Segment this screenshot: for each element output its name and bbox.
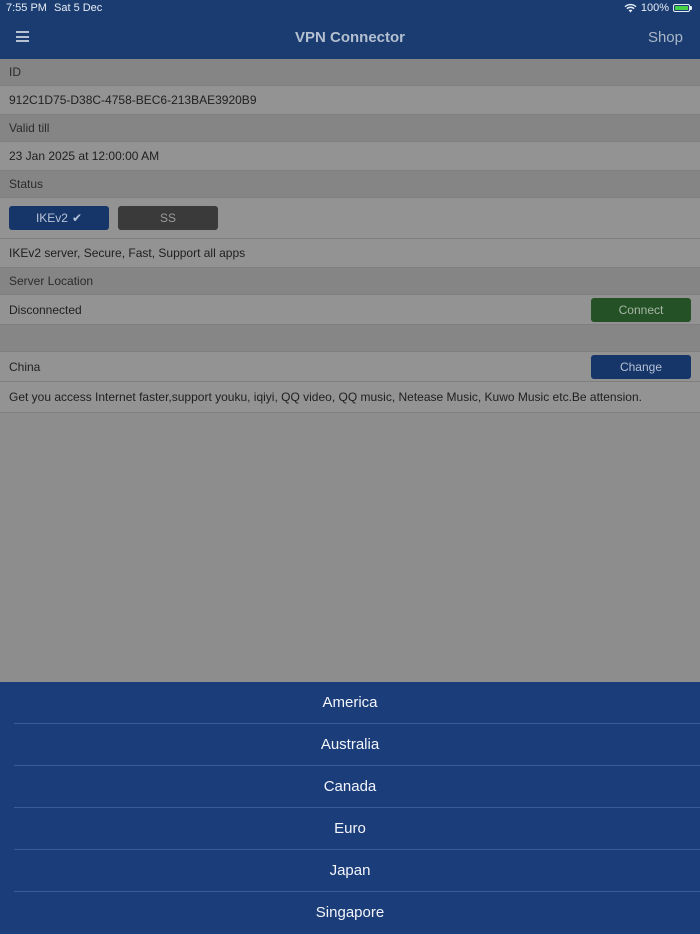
section-divider xyxy=(0,325,700,352)
ikev2-label: IKEv2 xyxy=(35,211,68,225)
location-option-america[interactable]: America xyxy=(0,682,700,724)
country-description: Get you access Internet faster,support y… xyxy=(0,382,700,413)
connection-row: Disconnected Connect xyxy=(0,295,700,325)
change-button[interactable]: Change xyxy=(591,355,691,379)
wifi-icon xyxy=(624,3,637,13)
status-label: Status xyxy=(0,171,700,198)
location-option-australia[interactable]: Australia xyxy=(0,724,700,766)
battery-icon xyxy=(673,4,690,12)
status-date: Sat 5 Dec xyxy=(54,2,103,14)
battery-percent: 100% xyxy=(640,2,669,14)
ikev2-button[interactable]: IKEv2 ✔ xyxy=(9,206,109,230)
country-name: China xyxy=(9,360,41,374)
protocol-description: IKEv2 server, Secure, Fast, Support all … xyxy=(0,239,700,268)
location-option-euro[interactable]: Euro xyxy=(0,808,700,850)
connection-status: Disconnected xyxy=(9,303,82,317)
navigation-bar: VPN Connector Shop xyxy=(0,18,700,59)
country-row: China Change xyxy=(0,352,700,382)
battery-tip xyxy=(690,6,692,10)
page-title: VPN Connector xyxy=(294,29,405,46)
valid-till-label: Valid till xyxy=(0,115,700,142)
id-value: 912C1D75-D38C-4758-BEC6-213BAE3920B9 xyxy=(0,86,700,115)
location-picker-sheet: America Australia Canada Euro Japan Sing… xyxy=(0,682,700,934)
id-label: ID xyxy=(0,59,700,86)
connect-button[interactable]: Connect xyxy=(591,298,691,322)
valid-till-value: 23 Jan 2025 at 12:00:00 AM xyxy=(0,142,700,171)
status-bar: 7:55 PM Sat 5 Dec 100% xyxy=(0,0,700,18)
shop-button[interactable]: Shop xyxy=(648,29,683,46)
location-option-japan[interactable]: Japan xyxy=(0,850,700,892)
server-location-label: Server Location xyxy=(0,268,700,295)
protocol-selector: IKEv2 ✔ SS xyxy=(0,198,700,239)
settings-list: ID 912C1D75-D38C-4758-BEC6-213BAE3920B9 … xyxy=(0,59,700,413)
status-indicators: 100% xyxy=(624,2,692,14)
status-time: 7:55 PM xyxy=(6,2,47,14)
location-option-canada[interactable]: Canada xyxy=(0,766,700,808)
checkmark-icon: ✔ xyxy=(71,211,83,225)
ss-button[interactable]: SS xyxy=(118,206,218,230)
location-option-singapore[interactable]: Singapore xyxy=(0,892,700,934)
